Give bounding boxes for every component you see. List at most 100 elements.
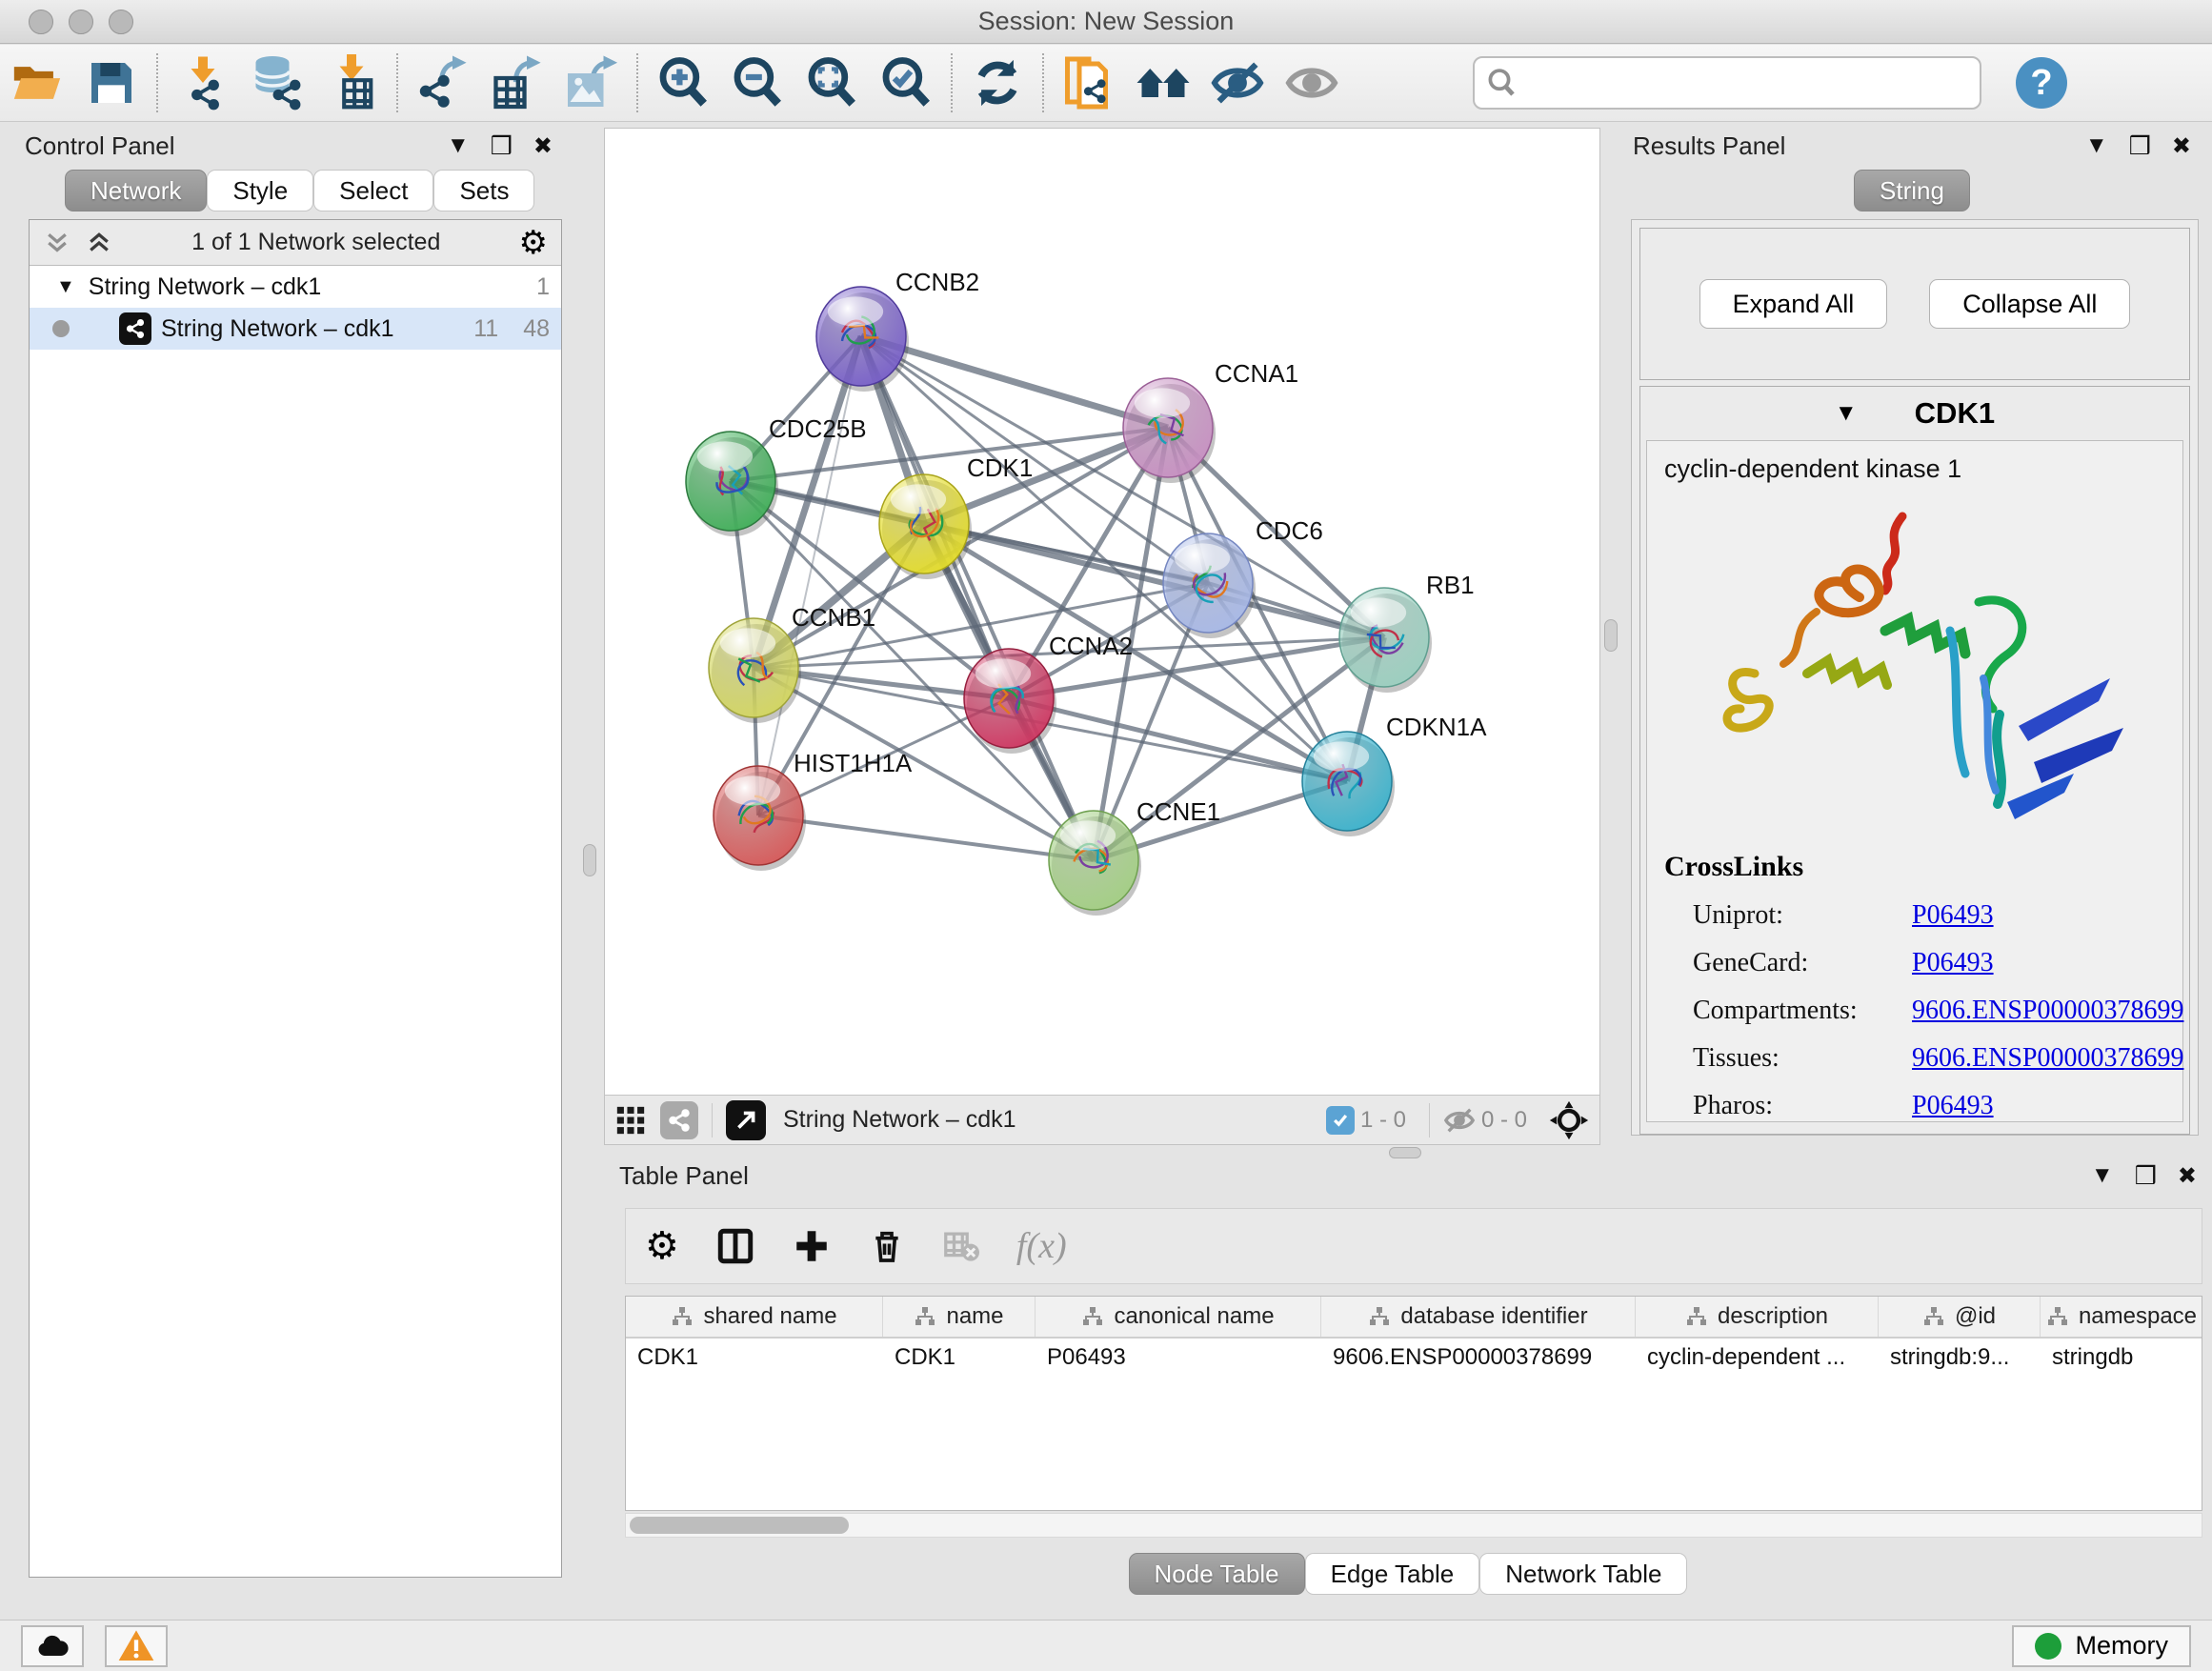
zoom-out-button[interactable] (720, 50, 794, 116)
tab-node-table[interactable]: Node Table (1129, 1553, 1305, 1595)
close-window-button[interactable] (29, 10, 53, 34)
table-cell[interactable]: cyclin-dependent ... (1636, 1339, 1879, 1380)
open-session-button[interactable] (0, 50, 74, 116)
tab-string[interactable]: String (1854, 170, 1970, 211)
crosslink-link[interactable]: P06493 (1912, 948, 1994, 978)
open-in-window-icon[interactable] (726, 1100, 766, 1140)
new-network-from-selection-button[interactable] (1052, 50, 1126, 116)
network-edge[interactable] (758, 815, 1094, 860)
table-cell[interactable]: stringdb (2041, 1339, 2202, 1380)
selected-checkbox-icon[interactable] (1326, 1106, 1355, 1135)
network-edge[interactable] (861, 336, 1094, 860)
show-columns-icon[interactable] (715, 1226, 755, 1266)
export-table-button[interactable] (480, 50, 554, 116)
collapse-all-icon[interactable] (85, 229, 113, 257)
float-panel-icon[interactable]: ❒ (2135, 1161, 2157, 1191)
collapse-all-button[interactable]: Collapse All (1929, 279, 2130, 329)
column-header-description[interactable]: description (1636, 1297, 1879, 1337)
delete-column-trash-icon[interactable] (868, 1227, 906, 1265)
zoom-fit-button[interactable] (794, 50, 869, 116)
crosslink-link[interactable]: 9606.ENSP00000378699 (1912, 1043, 2183, 1074)
tab-network[interactable]: Network (65, 170, 207, 211)
network-edge[interactable] (758, 336, 861, 815)
add-column-icon[interactable] (792, 1226, 832, 1266)
zoom-selected-button[interactable] (869, 50, 943, 116)
zoom-in-button[interactable] (646, 50, 720, 116)
network-share-icon[interactable] (660, 1101, 698, 1139)
scrollbar-thumb[interactable] (630, 1517, 849, 1534)
export-network-button[interactable] (406, 50, 480, 116)
panel-menu-icon[interactable]: ▼ (447, 132, 470, 159)
export-image-button[interactable] (554, 50, 629, 116)
tab-sets[interactable]: Sets (433, 170, 534, 211)
crosslink-link[interactable]: 9606.ENSP00000378699 (1912, 996, 2183, 1026)
section-collapse-icon[interactable]: ▼ (1835, 400, 1858, 427)
right-splitter-grip[interactable] (1604, 619, 1618, 652)
import-network-file-button[interactable] (166, 50, 240, 116)
network-canvas[interactable]: CCNB2CCNA1CDC25BCDK1CDC6RB1CCNB1CCNA2CDK… (605, 129, 1599, 1095)
network-node-ccne1[interactable] (1049, 811, 1141, 916)
cloud-status-button[interactable] (21, 1625, 84, 1667)
zoom-window-button[interactable] (109, 10, 133, 34)
crosslink-link[interactable]: P06493 (1912, 1091, 1994, 1121)
column-header-canonical-name[interactable]: canonical name (1036, 1297, 1321, 1337)
network-node-ccnb2[interactable] (816, 287, 909, 392)
close-panel-icon[interactable]: ✖ (2178, 1162, 2197, 1190)
network-node-cdk1[interactable] (879, 474, 972, 579)
network-node-cdkn1a[interactable] (1302, 732, 1395, 836)
column-header-namespace[interactable]: namespace (2041, 1297, 2202, 1337)
hide-selected-button[interactable] (1200, 50, 1275, 116)
tab-select[interactable]: Select (313, 170, 433, 211)
table-row[interactable]: CDK1CDK1P064939606.ENSP00000378699cyclin… (626, 1339, 2202, 1380)
column-header-shared-name[interactable]: shared name (626, 1297, 883, 1337)
table-cell[interactable]: CDK1 (626, 1339, 883, 1380)
column-header--id[interactable]: @id (1879, 1297, 2041, 1337)
tab-edge-table[interactable]: Edge Table (1305, 1553, 1480, 1595)
panel-menu-icon[interactable]: ▼ (2085, 132, 2108, 159)
table-cell[interactable]: CDK1 (883, 1339, 1036, 1380)
save-session-button[interactable] (74, 50, 149, 116)
close-panel-icon[interactable]: ✖ (2172, 132, 2191, 160)
network-node-cdc6[interactable] (1163, 534, 1256, 638)
node-table[interactable]: shared namenamecanonical namedatabase id… (625, 1296, 2202, 1511)
network-row[interactable]: String Network – cdk1 11 48 (30, 308, 561, 350)
first-neighbors-button[interactable] (1126, 50, 1200, 116)
table-cell[interactable]: P06493 (1036, 1339, 1321, 1380)
memory-button[interactable]: Memory (2012, 1625, 2191, 1667)
table-cell[interactable]: 9606.ENSP00000378699 (1321, 1339, 1636, 1380)
expand-all-icon[interactable] (43, 229, 71, 257)
expand-all-button[interactable]: Expand All (1699, 279, 1888, 329)
close-panel-icon[interactable]: ✖ (533, 132, 553, 160)
gear-icon[interactable]: ⚙ (519, 224, 548, 262)
birdseye-grid-icon[interactable] (614, 1104, 647, 1137)
minimize-window-button[interactable] (69, 10, 93, 34)
network-node-rb1[interactable] (1339, 588, 1432, 693)
table-horizontal-scrollbar[interactable] (625, 1513, 2202, 1538)
table-options-gear-icon[interactable]: ⚙ (645, 1224, 679, 1268)
network-node-ccnb1[interactable] (709, 618, 801, 723)
warning-button[interactable] (105, 1625, 168, 1667)
float-panel-icon[interactable]: ❒ (2129, 131, 2151, 161)
import-table-button[interactable] (314, 50, 389, 116)
network-node-cdc25b[interactable] (686, 432, 778, 536)
column-header-name[interactable]: name (883, 1297, 1036, 1337)
network-node-ccna1[interactable] (1123, 378, 1216, 483)
column-header-database-identifier[interactable]: database identifier (1321, 1297, 1636, 1337)
import-network-database-button[interactable] (240, 50, 314, 116)
search-input[interactable] (1517, 69, 1955, 98)
crosshair-icon[interactable] (1548, 1099, 1590, 1141)
tab-style[interactable]: Style (207, 170, 313, 211)
hidden-eye-icon[interactable] (1443, 1104, 1476, 1137)
refresh-button[interactable] (960, 50, 1035, 116)
show-all-button[interactable] (1275, 50, 1349, 116)
network-collection-row[interactable]: ▼ String Network – cdk1 1 (30, 266, 561, 308)
table-cell[interactable]: stringdb:9... (1879, 1339, 2041, 1380)
help-button[interactable]: ? (2016, 57, 2067, 109)
tab-network-table[interactable]: Network Table (1479, 1553, 1687, 1595)
network-node-hist1h1a[interactable] (714, 766, 806, 871)
collapse-triangle-icon[interactable]: ▼ (56, 276, 75, 298)
panel-menu-icon[interactable]: ▼ (2091, 1162, 2114, 1189)
float-panel-icon[interactable]: ❒ (491, 131, 513, 161)
crosslink-link[interactable]: P06493 (1912, 900, 1994, 931)
left-splitter-grip[interactable] (583, 844, 596, 876)
